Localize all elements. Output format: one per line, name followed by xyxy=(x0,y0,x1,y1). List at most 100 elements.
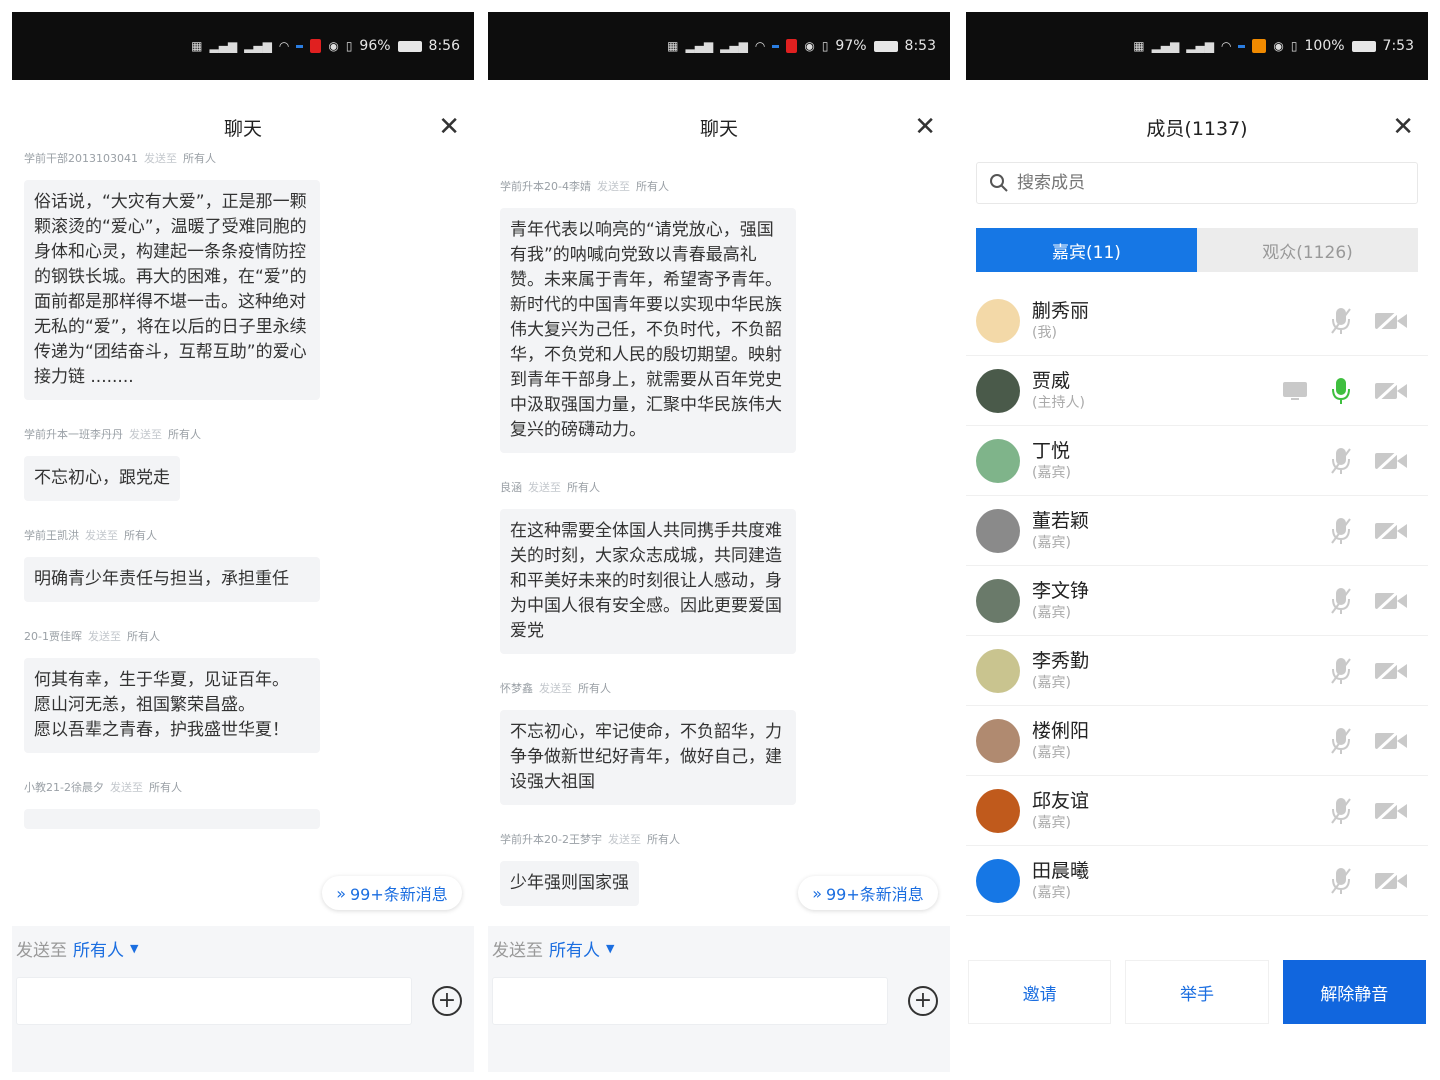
send-target: 所有人 xyxy=(126,630,160,643)
avatar xyxy=(976,648,1020,693)
unmute-button[interactable]: 解除静音 xyxy=(1282,960,1426,1024)
microphone-icon[interactable] xyxy=(1330,517,1352,545)
signal-icon: ▂▄▆ xyxy=(1151,39,1180,53)
message-input[interactable] xyxy=(492,977,888,1025)
send-target: 所有人 xyxy=(567,481,600,494)
avatar xyxy=(976,858,1020,903)
member-name: 田晨曦 xyxy=(1032,859,1090,882)
avatar xyxy=(976,508,1020,553)
status-bar: ▦ ▂▄▆ ▂▄▆ ◠ ◉ ▯ 100% 7:53 xyxy=(966,12,1428,80)
vibrate-icon: ▯ xyxy=(1290,39,1298,53)
microphone-icon[interactable] xyxy=(1330,587,1352,615)
microphone-icon[interactable] xyxy=(1330,657,1352,685)
send-target: 所有人 xyxy=(646,833,680,846)
raise-hand-button[interactable]: 举手 xyxy=(1125,960,1269,1024)
screen-share-icon[interactable] xyxy=(1282,380,1308,402)
message: 良涵 发送至 所有人 在这种需要全体国人共同携手共度难关的时刻，大家众志成城，共同建… xyxy=(500,479,938,672)
microphone-icon[interactable] xyxy=(1330,797,1352,825)
sender-name: 学前升本20-2王梦宇 xyxy=(500,833,602,846)
battery-icon xyxy=(1351,40,1376,52)
message-bubble: 俗话说，“大灾有大爱”，正是那一颗颗滚烫的“爱心”，温暖了受难同胞的身体和心灵，… xyxy=(24,180,320,400)
chat-screen-2: ▦ ▂▄▆ ▂▄▆ ◠ ◉ ▯ 97% 8:53 聊天 ✕ 学前升本20-4李婧… xyxy=(488,12,950,1072)
sender-name: 20-1贾佳晖 xyxy=(24,630,82,643)
member-row[interactable]: 邱友谊 (嘉宾) xyxy=(966,776,1428,846)
eye-icon: ◉ xyxy=(804,39,815,53)
sender-name: 学前升本一班李丹丹 xyxy=(24,428,123,441)
member-search[interactable] xyxy=(976,162,1418,204)
wifi-icon: ◠ xyxy=(278,39,290,53)
message: 学前升本一班李丹丹 发送至 所有人 不忘初心，跟党走 xyxy=(24,426,462,519)
member-name: 邱友谊 xyxy=(1032,789,1090,812)
microphone-icon[interactable] xyxy=(1330,447,1352,475)
page-title: 聊天 xyxy=(699,117,738,140)
send-to-selector[interactable]: 发送至 所有人 ▼ xyxy=(16,936,470,961)
app-notification-icon xyxy=(1252,39,1267,53)
battery-percent: 97% xyxy=(835,38,867,54)
member-role: (嘉宾) xyxy=(1032,674,1071,691)
plus-icon[interactable]: + xyxy=(908,986,938,1016)
avatar xyxy=(976,438,1020,483)
camera-off-icon[interactable] xyxy=(1374,588,1408,613)
battery-icon xyxy=(397,40,422,52)
camera-off-icon[interactable] xyxy=(1374,728,1408,753)
member-list[interactable]: 蒯秀丽 (我) 贾威 (主持人) 丁悦 (嘉宾) 董若颖 (嘉宾) 李文铮 (嘉宾) 李秀勤 (嘉宾)… xyxy=(966,286,1428,916)
plus-icon[interactable]: + xyxy=(432,986,462,1016)
camera-off-icon[interactable] xyxy=(1374,518,1408,543)
tab-audience[interactable]: 观众(1126) xyxy=(1197,228,1418,272)
tab-guests[interactable]: 嘉宾(11) xyxy=(976,228,1197,272)
clock: 7:53 xyxy=(1382,38,1414,54)
microphone-icon[interactable] xyxy=(1330,307,1352,335)
camera-off-icon[interactable] xyxy=(1374,448,1408,473)
member-name: 楼俐阳 xyxy=(1032,719,1090,742)
new-messages-button[interactable]: » 99+条新消息 xyxy=(798,876,938,910)
new-messages-label: 99+条新消息 xyxy=(350,885,448,904)
sender-name: 小教21-2徐晨夕 xyxy=(24,781,104,794)
close-icon[interactable]: ✕ xyxy=(438,114,460,140)
member-row[interactable]: 李文铮 (嘉宾) xyxy=(966,566,1428,636)
camera-off-icon[interactable] xyxy=(1374,798,1408,823)
close-icon[interactable]: ✕ xyxy=(914,114,936,140)
send-target-label: 发送至 xyxy=(596,180,630,193)
member-role: (嘉宾) xyxy=(1032,534,1071,551)
message: 20-1贾佳晖 发送至 所有人 何其有幸，生于华夏，见证百年。 愿山河无恙，祖国繁荣… xyxy=(24,628,462,771)
close-icon[interactable]: ✕ xyxy=(1392,114,1414,140)
message-list[interactable]: 学前干部2013103041 发送至 所有人 俗话说，“大灾有大爱”，正是那一颗颗滚… xyxy=(12,148,474,913)
invite-button[interactable]: 邀请 xyxy=(968,960,1112,1024)
message-list[interactable]: 学前升本20-4李婧 发送至 所有人 青年代表以响亮的“请党放心，强国有我”的呐喊向… xyxy=(488,170,950,935)
vibrate-icon: ▯ xyxy=(345,39,353,53)
message-input[interactable] xyxy=(16,977,412,1025)
camera-off-icon[interactable] xyxy=(1374,308,1408,333)
header: 聊天 ✕ xyxy=(488,80,950,160)
page-title: 聊天 xyxy=(223,117,262,140)
message: 怀梦鑫 发送至 所有人 不忘初心，牢记使命，不负韶华，力争争做新世纪好青年，做好自己… xyxy=(500,680,938,823)
microphone-icon[interactable] xyxy=(1330,867,1352,895)
chat-screen-1: ▦ ▂▄▆ ▂▄▆ ◠ ◉ ▯ 96% 8:56 聊天 ✕ 学前干部201310… xyxy=(12,12,474,1072)
member-row[interactable]: 贾威 (主持人) xyxy=(966,356,1428,426)
bluetooth-icon xyxy=(1238,44,1246,48)
member-row[interactable]: 李秀勤 (嘉宾) xyxy=(966,636,1428,706)
member-row[interactable]: 董若颖 (嘉宾) xyxy=(966,496,1428,566)
signal-icon: ▂▄▆ xyxy=(209,39,238,53)
microphone-icon[interactable] xyxy=(1330,727,1352,755)
new-messages-button[interactable]: » 99+条新消息 xyxy=(322,876,462,910)
camera-off-icon[interactable] xyxy=(1374,658,1408,683)
composer: 发送至 所有人 ▼ + xyxy=(12,926,474,1072)
camera-off-icon[interactable] xyxy=(1374,378,1408,403)
member-name: 李文铮 xyxy=(1032,579,1090,602)
microphone-icon[interactable] xyxy=(1330,377,1352,405)
send-to-label: 发送至 xyxy=(492,941,543,961)
camera-off-icon[interactable] xyxy=(1374,868,1408,893)
member-row[interactable]: 蒯秀丽 (我) xyxy=(966,286,1428,356)
member-name: 李秀勤 xyxy=(1032,649,1090,672)
caret-down-icon: ▼ xyxy=(606,942,615,955)
member-row[interactable]: 田晨曦 (嘉宾) xyxy=(966,846,1428,916)
send-to-selector[interactable]: 发送至 所有人 ▼ xyxy=(492,936,946,961)
member-tabs: 嘉宾(11) 观众(1126) xyxy=(976,228,1418,272)
message-bubble: 不忘初心，牢记使命，不负韶华，力争争做新世纪好青年，做好自己，建设强大祖国 xyxy=(500,710,796,805)
search-input[interactable] xyxy=(1017,173,1377,193)
send-target-label: 发送至 xyxy=(109,781,143,794)
member-row[interactable]: 楼俐阳 (嘉宾) xyxy=(966,706,1428,776)
bluetooth-icon xyxy=(296,44,304,48)
signal-icon: ▂▄▆ xyxy=(1186,39,1214,53)
member-row[interactable]: 丁悦 (嘉宾) xyxy=(966,426,1428,496)
